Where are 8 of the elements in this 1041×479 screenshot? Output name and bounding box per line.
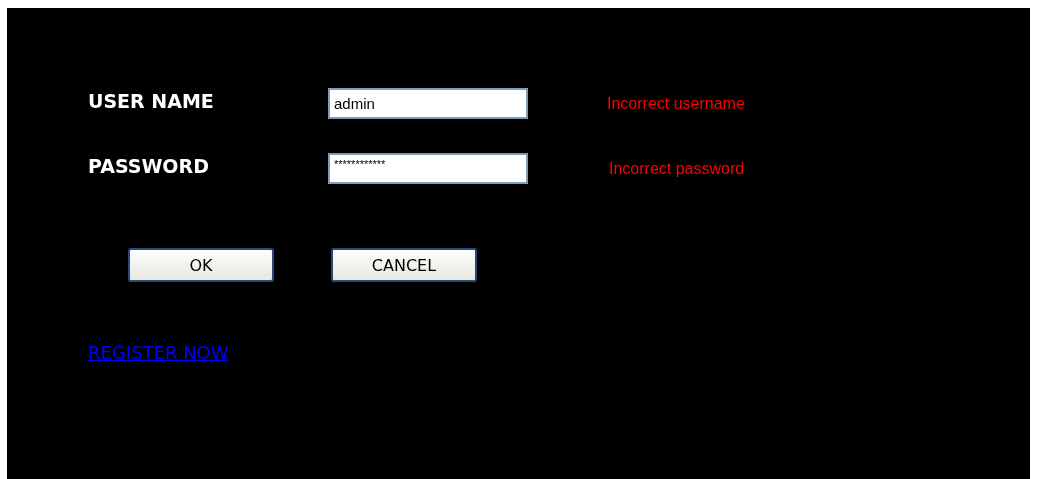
field-label: PASSWORD: [88, 154, 210, 177]
field-label: USER NAME: [88, 89, 215, 112]
ok-button[interactable]: OK: [128, 248, 274, 282]
cancel-button[interactable]: CANCEL: [331, 248, 477, 282]
username-field[interactable]: admin: [328, 88, 528, 119]
error-message: Incorrect username: [607, 94, 746, 113]
error-message: Incorrect password: [609, 159, 746, 178]
password-field[interactable]: ************: [328, 153, 528, 184]
